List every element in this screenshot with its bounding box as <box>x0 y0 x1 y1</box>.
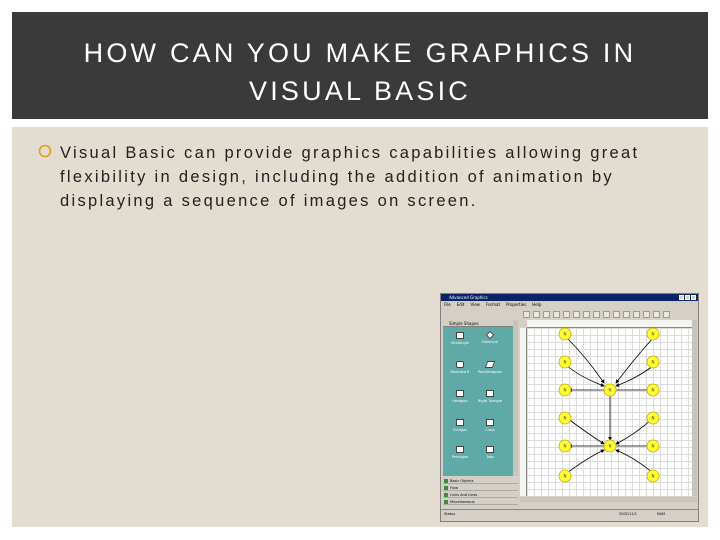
palette-category[interactable]: Miscellaneous <box>443 499 518 505</box>
node-label: N <box>652 474 655 479</box>
folder-icon <box>444 493 448 497</box>
status-text: Status <box>444 512 456 516</box>
status-mode: NUM <box>657 512 666 516</box>
shape-cross[interactable]: Cross <box>475 419 505 432</box>
shape-octagon[interactable]: Octagon <box>445 419 475 432</box>
toolbar-button[interactable] <box>593 310 600 318</box>
node-label: N <box>609 444 612 449</box>
node-label: N <box>564 474 567 479</box>
folder-icon <box>444 479 448 483</box>
minimize-icon[interactable] <box>679 295 684 300</box>
toolbar-button[interactable] <box>653 310 660 318</box>
menu-view[interactable]: View <box>470 301 480 308</box>
app-screenshot: Advanced Graphics File Edit View Format … <box>440 293 699 522</box>
toolbar-button[interactable] <box>523 310 530 318</box>
palette-scrollbar[interactable] <box>513 320 518 476</box>
canvas-horizontal-scrollbar[interactable] <box>520 497 697 502</box>
bullet-row: Visual Basic can provide graphics capabi… <box>38 141 678 213</box>
menu-help[interactable]: Help <box>532 301 541 308</box>
node-label: N <box>609 388 612 393</box>
node-label: N <box>652 360 655 365</box>
toolbar-button[interactable] <box>573 310 580 318</box>
folder-icon <box>444 486 448 490</box>
node-label: N <box>652 444 655 449</box>
toolbar-button[interactable] <box>543 310 550 318</box>
node-label: N <box>564 444 567 449</box>
menu-file[interactable]: File <box>444 301 451 308</box>
diagram: N N N N N N N N N N N N N N <box>558 327 660 483</box>
palette-title: Simple Shapes <box>443 320 513 327</box>
toolbar-button[interactable] <box>613 310 620 318</box>
cross-icon <box>486 419 494 426</box>
app-statusbar: Status 2002/11/1 NUM <box>441 509 698 521</box>
shape-rounded-rect[interactable]: Rounded R <box>445 361 475 374</box>
app-menubar: File Edit View Format Properties Help <box>441 301 698 308</box>
palette-category[interactable]: Links And Lines <box>443 492 518 498</box>
toolbar-button[interactable] <box>533 310 540 318</box>
toolbar-button[interactable] <box>663 310 670 318</box>
triangle-icon <box>486 390 494 397</box>
toolbar-button[interactable] <box>563 310 570 318</box>
horizontal-ruler <box>527 320 692 328</box>
tabs-icon <box>486 446 494 453</box>
bullet-text: Visual Basic can provide graphics capabi… <box>60 144 640 210</box>
shape-rectangle[interactable]: Rectangle <box>445 332 475 345</box>
folder-icon <box>444 500 448 504</box>
connector-lines <box>566 337 654 474</box>
node-label: N <box>564 332 567 337</box>
hexagon-icon <box>456 390 464 397</box>
menu-edit[interactable]: Edit <box>457 301 465 308</box>
rectangle-icon <box>456 332 464 339</box>
vertical-ruler <box>520 328 527 496</box>
diagram-nodes <box>558 327 660 483</box>
app-title-bar: Advanced Graphics <box>441 294 698 301</box>
toolbar-button[interactable] <box>633 310 640 318</box>
drawing-canvas[interactable]: N N N N N N N N N N N N N N <box>527 327 692 496</box>
node-label: N <box>652 332 655 337</box>
node-label: N <box>652 416 655 421</box>
rounded-rectangle-icon <box>456 361 464 368</box>
node-label: N <box>652 388 655 393</box>
menu-format[interactable]: Format <box>486 301 500 308</box>
node-label: N <box>564 388 567 393</box>
app-window-title: Advanced Graphics <box>449 295 488 300</box>
diamond-icon <box>485 330 495 340</box>
octagon-icon <box>456 419 464 426</box>
shape-pentagon[interactable]: Pentagon <box>445 446 475 459</box>
toolbar-button[interactable] <box>583 310 590 318</box>
palette-category[interactable]: Flow <box>443 485 518 491</box>
menu-properties[interactable]: Properties <box>506 301 526 308</box>
palette-category[interactable]: Basic Objects <box>443 478 518 484</box>
slide-title: HOW CAN YOU MAKE GRAPHICS IN VISUAL BASI… <box>83 38 637 106</box>
toolbar-button[interactable] <box>553 310 560 318</box>
app-toolbar <box>519 309 696 319</box>
toolbar-button[interactable] <box>603 310 610 318</box>
palette-category-list: Basic Objects Flow Links And Lines Misce… <box>443 478 518 512</box>
maximize-icon[interactable] <box>685 295 690 300</box>
shape-right-triangle[interactable]: Right Triangle <box>475 390 505 403</box>
node-labels: N N N N N N N N N N N N N N <box>564 332 655 479</box>
close-icon[interactable] <box>691 295 696 300</box>
status-date: 2002/11/1 <box>619 512 637 516</box>
ring-bullet-icon <box>38 144 52 158</box>
pentagon-icon <box>456 446 464 453</box>
shape-diamond[interactable]: Diamond <box>475 330 505 344</box>
toolbar-button[interactable] <box>623 310 630 318</box>
toolbar-button[interactable] <box>643 310 650 318</box>
node-label: N <box>564 360 567 365</box>
parallelogram-icon <box>484 361 496 368</box>
shape-hexagon[interactable]: Hexagon <box>445 390 475 403</box>
canvas-vertical-scrollbar[interactable] <box>692 320 697 496</box>
slide-title-bar: HOW CAN YOU MAKE GRAPHICS IN VISUAL BASI… <box>12 12 708 119</box>
shape-tabs[interactable]: Tabs <box>475 446 505 459</box>
shape-parallelogram[interactable]: Parallelogram <box>475 361 505 374</box>
node-label: N <box>564 416 567 421</box>
